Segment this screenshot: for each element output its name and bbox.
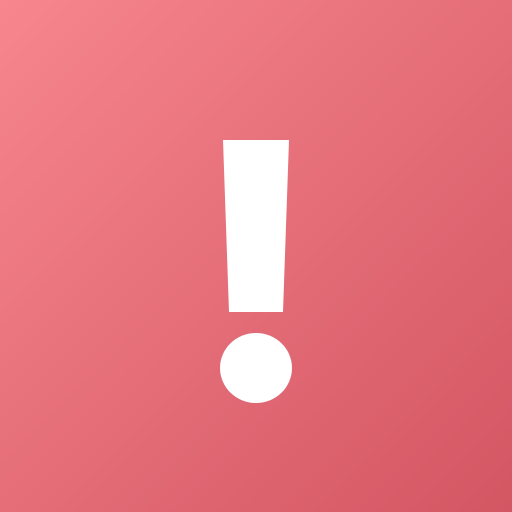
exclamation-dot bbox=[220, 333, 292, 403]
exclamation-bar bbox=[223, 140, 289, 312]
alert-tile bbox=[0, 0, 512, 512]
alert-graphic bbox=[0, 0, 512, 512]
exclamation-mark-icon bbox=[220, 140, 292, 403]
